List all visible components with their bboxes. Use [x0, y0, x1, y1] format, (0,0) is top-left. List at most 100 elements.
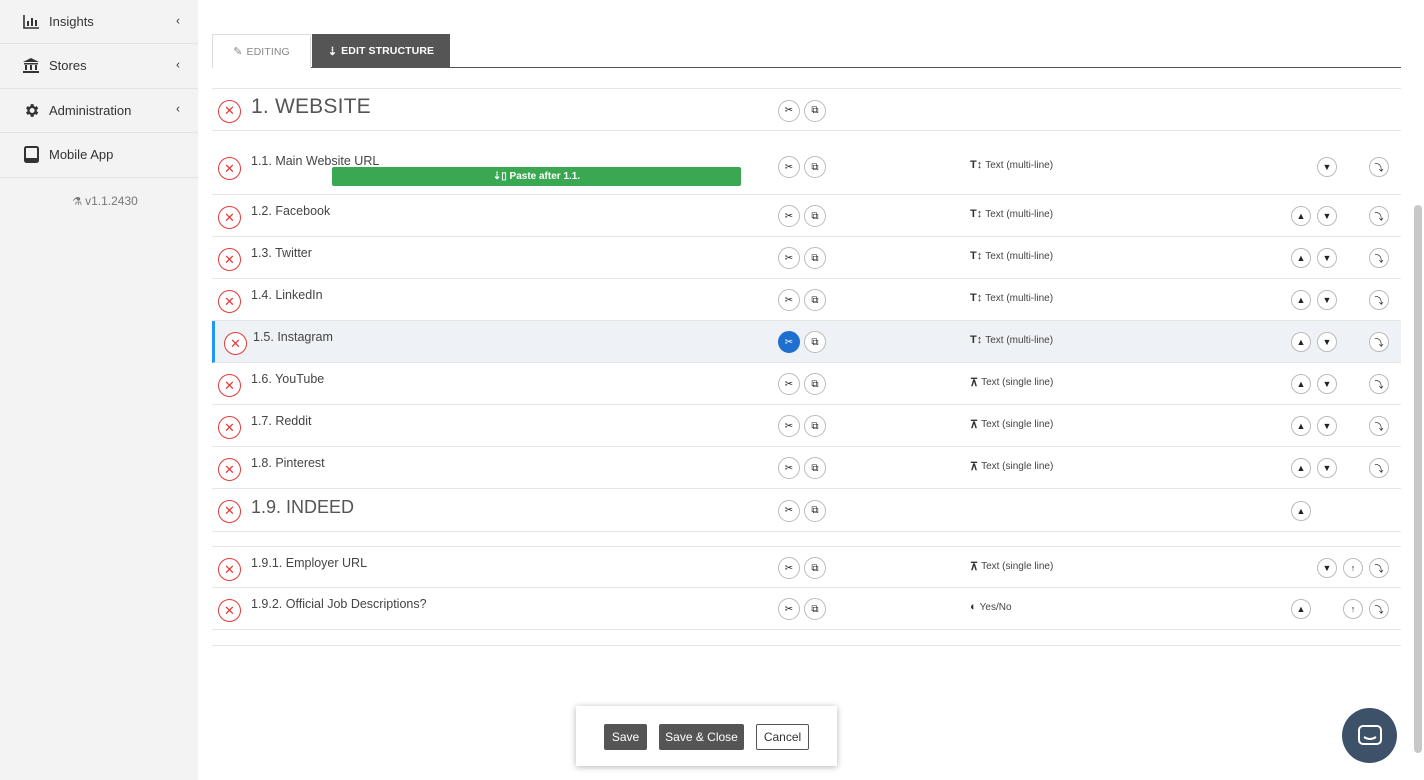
indent-icon[interactable]: ⤵: [1369, 599, 1389, 619]
indent-icon[interactable]: ⤵: [1369, 458, 1389, 478]
move-down-icon[interactable]: ▼: [1317, 290, 1337, 310]
move-down-icon[interactable]: ▼: [1317, 416, 1337, 436]
cut-icon[interactable]: ✂: [778, 557, 800, 579]
delete-icon[interactable]: ✕: [218, 558, 241, 581]
toggle-icon: ◐: [970, 601, 977, 613]
cut-icon[interactable]: ✂: [778, 247, 800, 269]
cut-icon[interactable]: ✂: [778, 415, 800, 437]
delete-icon[interactable]: ✕: [218, 458, 241, 481]
text-type-icon: ⊼: [970, 561, 979, 573]
copy-icon[interactable]: ⧉: [804, 247, 826, 269]
copy-icon[interactable]: ⧉: [804, 331, 826, 353]
move-down-icon[interactable]: ▼: [1317, 458, 1337, 478]
indent-icon[interactable]: ⤵: [1369, 558, 1389, 578]
copy-icon[interactable]: ⧉: [804, 156, 826, 178]
indent-icon[interactable]: ⤵: [1369, 248, 1389, 268]
sidebar-item-administration[interactable]: Administration ‹: [0, 89, 198, 133]
delete-icon[interactable]: ✕: [218, 374, 241, 397]
question-row[interactable]: ✕ 1.8. Pinterest ✂ ⧉ ⊼ Text (single line) ▲ ▼ ⤵: [212, 447, 1401, 489]
field-type-label: Text (multi-line): [985, 159, 1054, 171]
copy-icon[interactable]: ⧉: [804, 557, 826, 579]
edit-icon: ✎: [233, 46, 243, 58]
cut-icon[interactable]: ✂: [778, 99, 800, 122]
section-row[interactable]: ✕ 1. WEBSITE ✂ ⧉: [212, 88, 1401, 131]
move-up-icon[interactable]: ▲: [1291, 206, 1311, 226]
sidebar-item-mobile-app[interactable]: Mobile App: [0, 133, 198, 178]
sidebar-item-insights[interactable]: Insights ‹: [0, 0, 198, 44]
move-up-icon[interactable]: ▲: [1291, 599, 1311, 619]
question-row[interactable]: ✕ 1.5. Instagram ✂ ⧉ T↕ Text (multi-line) ▲ ▼ ⤵: [212, 321, 1401, 363]
row-label: 1.7. Reddit: [251, 414, 312, 428]
cancel-button[interactable]: Cancel: [756, 724, 809, 750]
copy-icon[interactable]: ⧉: [804, 289, 826, 311]
question-row[interactable]: ✕ 1.3. Twitter ✂ ⧉ T↕ Text (multi-line) ▲ ▼ ⤵: [212, 237, 1401, 279]
cut-icon[interactable]: ✂: [778, 457, 800, 479]
move-down-icon[interactable]: ▼: [1317, 206, 1337, 226]
indent-icon[interactable]: ⤵: [1369, 290, 1389, 310]
save-close-button[interactable]: Save & Close: [659, 724, 744, 750]
question-row[interactable]: ✕ 1.9.2. Official Job Descriptions? ✂ ⧉ ◐ Yes…: [212, 588, 1401, 630]
save-button[interactable]: Save: [604, 724, 647, 750]
copy-icon[interactable]: ⧉: [804, 457, 826, 479]
indent-icon[interactable]: ⤵: [1369, 206, 1389, 226]
copy-icon[interactable]: ⧉: [804, 373, 826, 395]
copy-icon[interactable]: ⧉: [804, 415, 826, 437]
cut-icon[interactable]: ✂: [778, 598, 800, 620]
delete-icon[interactable]: ✕: [218, 206, 241, 229]
indent-icon[interactable]: ⤵: [1369, 332, 1389, 352]
question-row[interactable]: ✕ 1.2. Facebook ✂ ⧉ T↕ Text (multi-line) ▲ ▼ ⤵: [212, 195, 1401, 237]
text-type-icon: ⊼: [970, 377, 979, 389]
move-up-icon[interactable]: ▲: [1291, 416, 1311, 436]
move-up-icon[interactable]: ▲: [1291, 500, 1311, 521]
delete-icon[interactable]: ✕: [218, 157, 241, 180]
tab-edit-structure[interactable]: ⇣ EDIT STRUCTURE: [312, 34, 450, 68]
indent-icon[interactable]: ⤵: [1369, 157, 1389, 177]
move-down-icon[interactable]: ▼: [1317, 332, 1337, 352]
chat-button[interactable]: [1342, 708, 1397, 763]
scrollbar[interactable]: [1414, 205, 1422, 753]
move-down-icon[interactable]: ▼: [1317, 248, 1337, 268]
cut-icon[interactable]: ✂: [778, 205, 800, 227]
delete-icon[interactable]: ✕: [224, 332, 247, 355]
section-row[interactable]: ✕ 1.9. INDEED ✂ ⧉ ▲: [212, 489, 1401, 532]
copy-icon[interactable]: ⧉: [804, 598, 826, 620]
copy-icon[interactable]: ⧉: [804, 99, 826, 122]
delete-icon[interactable]: ✕: [218, 599, 241, 622]
paste-after-button[interactable]: ⇣▯ Paste after 1.1.: [332, 167, 741, 186]
sidebar-item-stores[interactable]: Stores ‹: [0, 44, 198, 89]
version-label: v1.1.2430: [85, 193, 138, 208]
row-label: 1.3. Twitter: [251, 246, 312, 260]
cut-icon[interactable]: ✂: [778, 156, 800, 178]
copy-icon[interactable]: ⧉: [804, 499, 826, 522]
delete-icon[interactable]: ✕: [218, 248, 241, 271]
outdent-icon[interactable]: ↑: [1343, 558, 1363, 578]
row-label: 1.9.2. Official Job Descriptions?: [251, 597, 427, 611]
move-up-icon[interactable]: ▲: [1291, 332, 1311, 352]
delete-icon[interactable]: ✕: [218, 290, 241, 313]
indent-icon[interactable]: ⤵: [1369, 416, 1389, 436]
cut-icon[interactable]: ✂: [778, 289, 800, 311]
move-up-icon[interactable]: ▲: [1291, 458, 1311, 478]
move-down-icon[interactable]: ▼: [1317, 374, 1337, 394]
row-label: 1.9.1. Employer URL: [251, 556, 368, 570]
copy-icon[interactable]: ⧉: [804, 205, 826, 227]
move-down-icon[interactable]: ▼: [1317, 157, 1337, 177]
delete-icon[interactable]: ✕: [218, 416, 241, 439]
cut-icon[interactable]: ✂: [778, 373, 800, 395]
move-down-icon[interactable]: ▼: [1317, 558, 1337, 578]
delete-icon[interactable]: ✕: [218, 499, 241, 523]
move-up-icon[interactable]: ▲: [1291, 374, 1311, 394]
cut-icon[interactable]: ✂: [778, 499, 800, 522]
question-row[interactable]: ✕ 1.9.1. Employer URL ✂ ⧉ ⊼ Text (single line…: [212, 546, 1401, 588]
tab-editing[interactable]: ✎ EDITING: [212, 34, 311, 68]
indent-icon[interactable]: ⤵: [1369, 374, 1389, 394]
question-row[interactable]: ✕ 1.6. YouTube ✂ ⧉ ⊼ Text (single line) ▲ ▼ ⤵: [212, 363, 1401, 405]
field-type-label: Text (single line): [981, 561, 1054, 572]
question-row[interactable]: ✕ 1.4. LinkedIn ✂ ⧉ T↕ Text (multi-line) ▲ ▼ ⤵: [212, 279, 1401, 321]
outdent-icon[interactable]: ↑: [1343, 599, 1363, 619]
move-up-icon[interactable]: ▲: [1291, 248, 1311, 268]
question-row[interactable]: ✕ 1.7. Reddit ✂ ⧉ ⊼ Text (single line) ▲ ▼ ⤵: [212, 405, 1401, 447]
move-up-icon[interactable]: ▲: [1291, 290, 1311, 310]
delete-icon[interactable]: ✕: [218, 99, 241, 123]
cut-icon[interactable]: ✂: [778, 331, 800, 353]
